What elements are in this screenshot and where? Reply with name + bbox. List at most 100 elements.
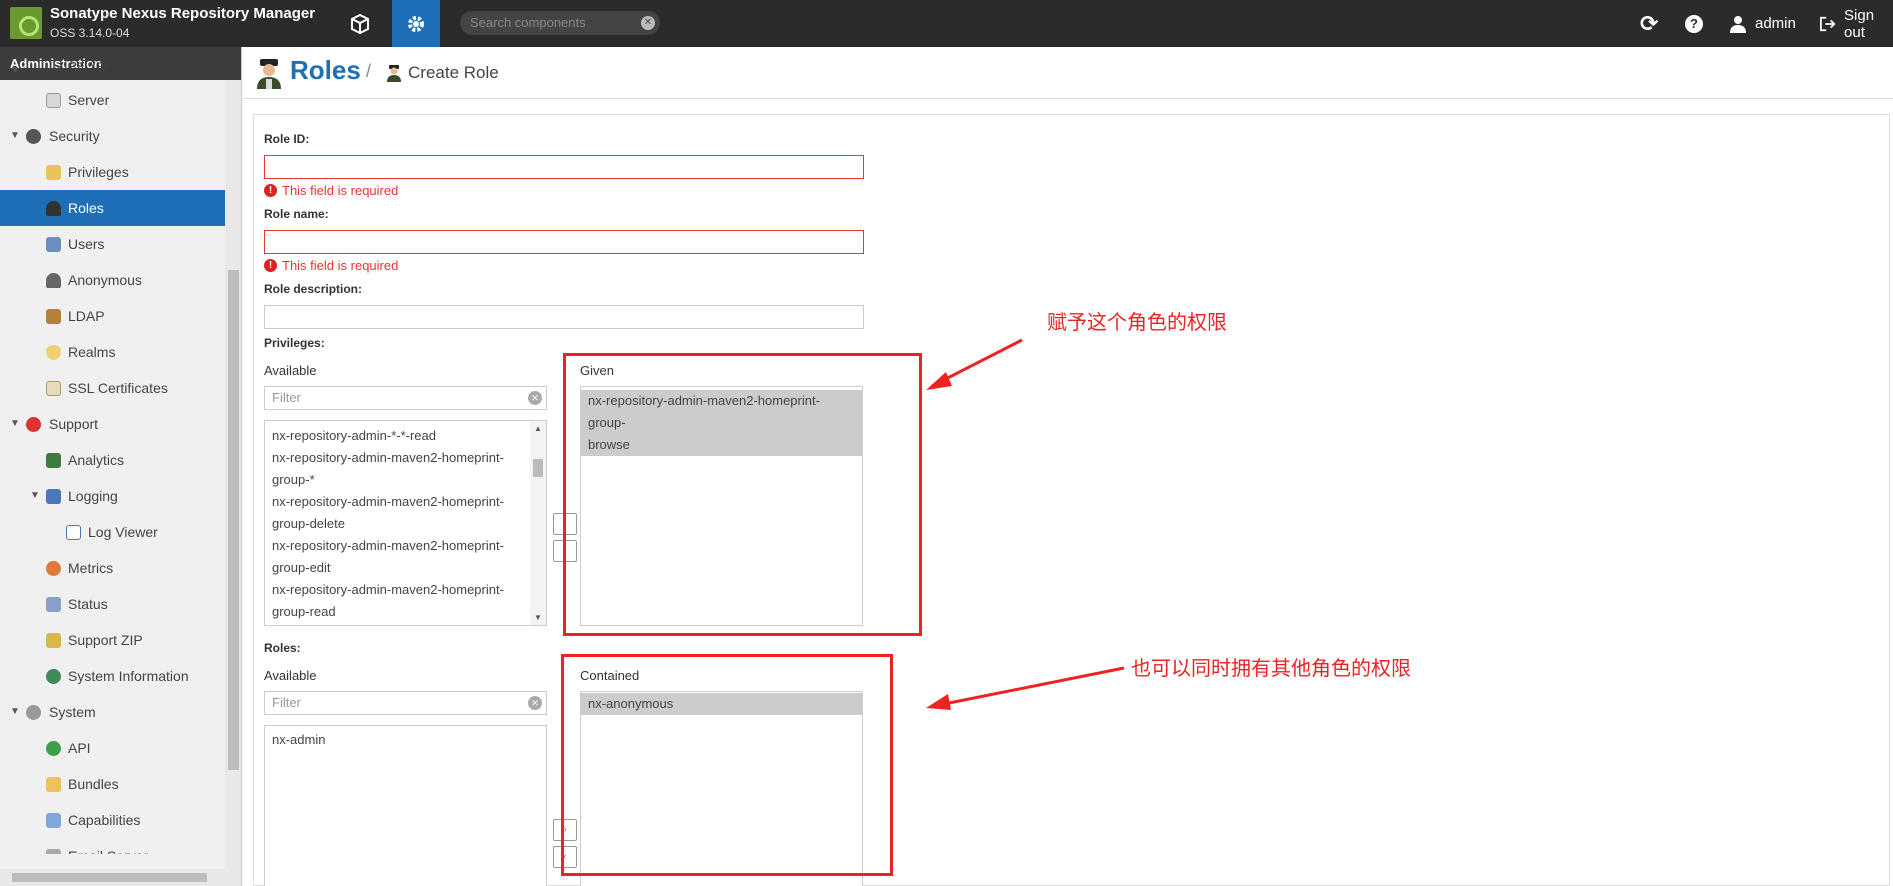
top-header: Sonatype Nexus Repository Manager OSS 3.…	[0, 0, 1893, 47]
role-description-input[interactable]	[264, 305, 864, 329]
sidebar-item-label: Bundles	[68, 776, 119, 792]
sign-out-icon	[1820, 16, 1836, 31]
sidebar-item-label: System Information	[68, 668, 189, 684]
sidebar-item-api[interactable]: API	[0, 730, 225, 766]
sidebar-item-ssl-certificates[interactable]: SSL Certificates	[0, 370, 225, 406]
sidebar-item-users[interactable]: Users	[0, 226, 225, 262]
user-menu-button[interactable]: admin	[1730, 0, 1796, 47]
sidebar-item-analytics[interactable]: Analytics	[0, 442, 225, 478]
sidebar-item-logging[interactable]: ▼ Logging	[0, 478, 225, 514]
collapse-arrow-icon[interactable]: ▼	[8, 62, 22, 80]
browse-button[interactable]	[336, 0, 384, 47]
sidebar-item-label: Privileges	[68, 164, 129, 180]
cube-icon	[351, 13, 369, 34]
sidebar-item-label: Server	[68, 92, 110, 108]
sidebar-horizontal-scrollbar[interactable]	[0, 869, 225, 886]
search-components-input[interactable]: Search components ✕	[460, 11, 660, 35]
zip-archive-icon	[46, 633, 61, 648]
sidebar-item-bundles[interactable]: Bundles	[0, 766, 225, 802]
breadcrumb-separator: /	[366, 61, 372, 81]
breadcrumb-roles-link[interactable]: Roles	[290, 55, 361, 86]
sidebar-item-roles[interactable]: Roles	[0, 190, 225, 226]
sign-out-button[interactable]: Sign out	[1820, 0, 1893, 47]
sidebar-item-server[interactable]: Server	[0, 82, 225, 118]
gear-icon	[408, 15, 424, 32]
sidebar-item-label: Support	[49, 416, 99, 432]
app-root: Sonatype Nexus Repository Manager OSS 3.…	[0, 0, 1893, 886]
sidebar-item-system-information[interactable]: System Information	[0, 658, 225, 694]
sidebar-item-support[interactable]: ▼ Support	[0, 406, 225, 442]
sidebar-item-security[interactable]: ▼ Security	[0, 118, 225, 154]
list-item[interactable]: group-*	[265, 469, 546, 491]
collapse-arrow-icon[interactable]: ▼	[8, 118, 22, 154]
list-item[interactable]: nx-repository-admin-maven2-homeprint-	[265, 579, 546, 601]
error-icon: !	[264, 184, 277, 197]
clear-filter-icon[interactable]: ✕	[528, 696, 542, 710]
app-title: Sonatype Nexus Repository Manager	[50, 5, 316, 22]
certificate-icon	[46, 381, 61, 396]
lifebuoy-icon	[26, 417, 41, 432]
privileges-badge-icon	[46, 165, 61, 180]
status-bars-icon	[46, 597, 61, 612]
sidebar-item-anonymous[interactable]: Anonymous	[0, 262, 225, 298]
roles-filter-input[interactable]: Filter ✕	[264, 691, 547, 715]
scrollbar-thumb[interactable]	[12, 873, 207, 882]
role-name-input[interactable]	[264, 230, 864, 254]
collapse-arrow-icon[interactable]: ▼	[8, 694, 22, 730]
sidebar-vertical-scrollbar[interactable]	[225, 80, 241, 886]
create-role-form: Role ID: ! This field is required Role n…	[253, 114, 1890, 886]
privileges-available-list[interactable]: nx-repository-admin-*-*-read nx-reposito…	[264, 420, 547, 626]
clear-search-icon[interactable]: ✕	[641, 16, 655, 30]
collapse-arrow-icon[interactable]: ▼	[8, 406, 22, 442]
annotation-arrow-icon	[926, 338, 1023, 390]
sidebar-item-label: Log Viewer	[88, 524, 158, 540]
list-item[interactable]: nx-repository-admin-maven2-homeprint-	[265, 491, 546, 513]
list-scrollbar[interactable]: ▲ ▼	[530, 421, 546, 625]
sidebar-item-realms[interactable]: Realms	[0, 334, 225, 370]
clear-filter-icon[interactable]: ✕	[528, 391, 542, 405]
role-id-input[interactable]	[264, 155, 864, 179]
collapse-arrow-icon[interactable]: ▼	[28, 478, 42, 514]
list-item[interactable]: group-delete	[265, 513, 546, 535]
sidebar-item-label: Analytics	[68, 452, 125, 468]
administration-button[interactable]	[392, 0, 440, 47]
sidebar-item-status[interactable]: Status	[0, 586, 225, 622]
sidebar-item-label: Anonymous	[68, 272, 142, 288]
list-item[interactable]: nx-admin	[265, 729, 546, 751]
sidebar-item-ldap[interactable]: LDAP	[0, 298, 225, 334]
sidebar-item-metrics[interactable]: Metrics	[0, 550, 225, 586]
role-officer-small-icon	[387, 65, 401, 82]
refresh-button[interactable]: ⟳	[1640, 0, 1658, 47]
list-item[interactable]: group-edit	[265, 557, 546, 579]
sidebar-item-support-zip[interactable]: Support ZIP	[0, 622, 225, 658]
sidebar-item-capabilities[interactable]: Capabilities	[0, 802, 225, 838]
sidebar-item-log-viewer[interactable]: Log Viewer	[0, 514, 225, 550]
list-item[interactable]: nx-repository-admin-maven2-homeprint-	[265, 447, 546, 469]
email-icon	[46, 849, 61, 854]
list-item[interactable]: group-read	[265, 601, 546, 623]
list-item[interactable]: nx-repository-admin-*-*-read	[265, 425, 546, 447]
roles-annotation-text: 也可以同时拥有其他角色的权限	[1131, 658, 1411, 680]
sidebar-item-privileges[interactable]: Privileges	[0, 154, 225, 190]
scroll-up-icon[interactable]: ▲	[534, 424, 542, 433]
privileges-filter-input[interactable]: Filter ✕	[264, 386, 547, 410]
scroll-down-icon[interactable]: ▼	[534, 613, 542, 622]
sidebar-item-label: IQ Server	[49, 62, 109, 70]
scrollbar-thumb[interactable]	[228, 270, 239, 770]
scrollbar-thumb[interactable]	[533, 459, 543, 477]
sidebar-item-label: Logging	[68, 488, 118, 504]
api-badge-icon	[46, 741, 61, 756]
privileges-annotation-text: 赋予这个角色的权限	[1047, 312, 1227, 334]
sidebar-item-system[interactable]: ▼ System	[0, 694, 225, 730]
server-icon	[46, 93, 61, 108]
privileges-available-label: Available	[264, 363, 317, 378]
help-button[interactable]: ?	[1685, 0, 1703, 47]
sidebar-item-email-server[interactable]: Email Server	[0, 838, 225, 854]
list-item[interactable]: nx-repository-admin-maven2-homeprint-	[265, 535, 546, 557]
roles-available-list[interactable]: nx-admin	[264, 725, 547, 886]
sidebar-item-iq-server[interactable]: ▼ IQ Server	[0, 62, 225, 80]
nexus-logo-icon[interactable]	[10, 7, 42, 39]
roles-label: Roles:	[264, 641, 301, 655]
analytics-chart-icon	[46, 453, 61, 468]
users-icon	[46, 237, 61, 252]
